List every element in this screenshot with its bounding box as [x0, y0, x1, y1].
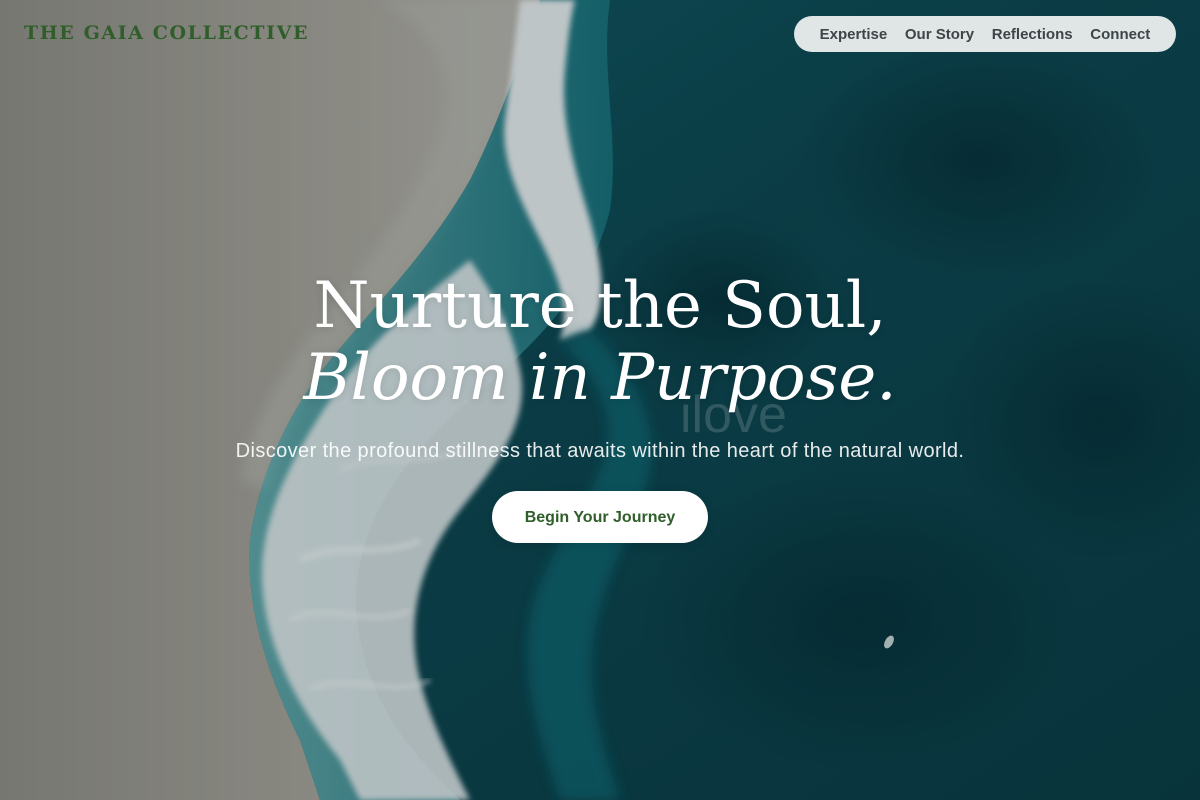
hero-headline-line2: Bloom in Purpose. [303, 341, 897, 415]
hero-subtitle: Discover the profound stillness that awa… [235, 440, 965, 462]
nav-link-expertise[interactable]: Expertise [820, 26, 888, 43]
hero-headline: Nurture the Soul, Bloom in Purpose. [0, 270, 1200, 414]
main-nav: Expertise Our Story Reflections Connect [794, 16, 1176, 52]
nav-link-connect[interactable]: Connect [1090, 26, 1150, 43]
brand-logo[interactable]: THE GAIA COLLECTIVE [24, 22, 309, 44]
begin-journey-button[interactable]: Begin Your Journey [492, 491, 708, 543]
nav-link-reflections[interactable]: Reflections [992, 26, 1073, 43]
hero-section: Nurture the Soul, Bloom in Purpose. Disc… [0, 270, 1200, 543]
hero-headline-line1: Nurture the Soul, [313, 269, 887, 343]
nav-link-our-story[interactable]: Our Story [905, 26, 974, 43]
